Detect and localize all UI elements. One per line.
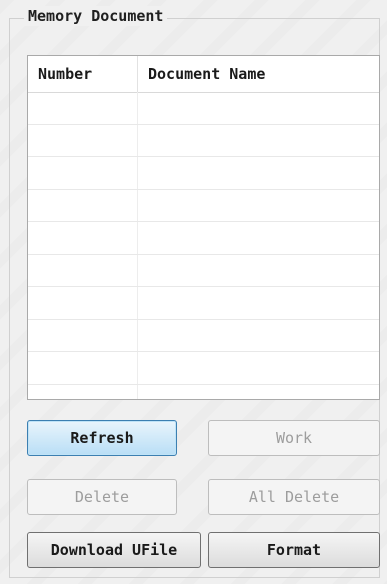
work-button[interactable]: Work: [208, 420, 380, 456]
list-row[interactable]: [28, 157, 379, 190]
list-row[interactable]: [28, 125, 379, 157]
download-ufile-button[interactable]: Download UFile: [27, 532, 201, 568]
row-number: [38, 320, 133, 352]
list-header: Number Document Name: [28, 56, 379, 93]
list-row[interactable]: [28, 190, 379, 222]
row-document-name: [148, 320, 368, 352]
row-document-name: [148, 190, 368, 222]
row-number: [38, 255, 133, 287]
refresh-button[interactable]: Refresh: [27, 420, 177, 456]
row-number: [38, 190, 133, 222]
row-number: [38, 222, 133, 254]
row-document-name: [148, 255, 368, 287]
row-document-name: [148, 92, 368, 124]
delete-button[interactable]: Delete: [27, 479, 177, 515]
list-row[interactable]: [28, 92, 379, 125]
row-number: [38, 287, 133, 319]
row-document-name: [148, 352, 368, 384]
group-title: Memory Document: [24, 6, 168, 26]
row-number: [38, 125, 133, 157]
list-row[interactable]: [28, 320, 379, 352]
row-document-name: [148, 157, 368, 189]
list-row[interactable]: [28, 352, 379, 385]
column-header-number[interactable]: Number: [38, 56, 92, 92]
row-document-name: [148, 287, 368, 319]
list-row[interactable]: [28, 222, 379, 255]
list-row[interactable]: [28, 287, 379, 320]
row-number: [38, 157, 133, 189]
format-button[interactable]: Format: [208, 532, 380, 568]
row-number: [38, 92, 133, 124]
list-row[interactable]: [28, 255, 379, 287]
column-divider[interactable]: [137, 56, 138, 92]
list-body[interactable]: [28, 92, 379, 399]
column-header-document-name[interactable]: Document Name: [148, 56, 265, 92]
row-document-name: [148, 222, 368, 254]
row-document-name: [148, 125, 368, 157]
document-list[interactable]: Number Document Name: [27, 55, 380, 400]
row-number: [38, 352, 133, 384]
all-delete-button[interactable]: All Delete: [208, 479, 380, 515]
